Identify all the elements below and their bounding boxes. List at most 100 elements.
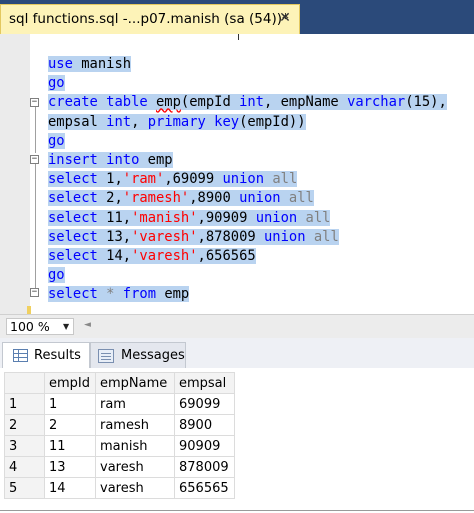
- outline-guide: [35, 107, 36, 153]
- column-header-empsal[interactable]: empsal: [174, 372, 235, 394]
- column-header-empid[interactable]: empId: [44, 372, 96, 394]
- row-number: 3: [4, 435, 45, 457]
- row-number: 4: [4, 456, 45, 478]
- table-row[interactable]: 3 11 manish 90909: [4, 435, 235, 457]
- code-token: select: [48, 228, 98, 245]
- results-grid-icon: [13, 349, 28, 362]
- code-token: from: [122, 286, 157, 303]
- cell-empid[interactable]: 1: [44, 393, 96, 415]
- code-token: create table: [48, 94, 156, 111]
- code-line[interactable]: go: [48, 266, 65, 285]
- cell-empid[interactable]: 11: [44, 435, 96, 457]
- code-line[interactable]: select 13,'varesh',878009 union all: [48, 228, 339, 247]
- code-token: emp: [156, 286, 190, 303]
- cell-empname[interactable]: varesh: [95, 477, 175, 499]
- tab-messages[interactable]: Messages: [90, 342, 186, 368]
- code-token: 1,: [97, 171, 123, 188]
- code-line[interactable]: create table emp(empId int, empName varc…: [48, 93, 447, 112]
- selected-text: go: [48, 267, 65, 284]
- outline-guide: [35, 164, 36, 296]
- cell-empname[interactable]: manish: [95, 435, 175, 457]
- zoom-dropdown[interactable]: 100 % ▼: [6, 318, 74, 335]
- code-line[interactable]: select 14,'varesh',656565: [48, 247, 256, 266]
- editor-status-strip: 100 % ▼ ◄: [0, 314, 474, 338]
- code-token: 2,: [97, 190, 123, 207]
- selected-text: use manish: [48, 56, 132, 72]
- cell-empid[interactable]: 13: [44, 456, 96, 478]
- selected-text: go: [48, 132, 65, 149]
- row-number: 1: [4, 393, 45, 415]
- code-token: insert into: [48, 152, 140, 168]
- row-number: 5: [4, 477, 45, 499]
- table-row[interactable]: 2 2 ramesh 8900: [4, 414, 235, 436]
- cell-empname[interactable]: varesh: [95, 456, 175, 478]
- messages-icon: [98, 349, 114, 363]
- results-tabs: Results Messages: [0, 338, 474, 368]
- column-header-empname[interactable]: empName: [95, 372, 175, 394]
- code-token: select: [48, 248, 98, 264]
- tab-results[interactable]: Results: [2, 342, 90, 368]
- table-row[interactable]: 5 14 varesh 656565: [4, 477, 235, 499]
- cell-empsal[interactable]: 90909: [174, 435, 235, 457]
- code-token: select: [48, 190, 98, 207]
- code-line[interactable]: select 2,'ramesh',8900 union all: [48, 189, 314, 208]
- code-token: ,90909: [197, 209, 256, 226]
- query-editor[interactable]: − − − use manish go create table emp(empId…: [0, 34, 474, 314]
- close-tab-icon[interactable]: ✕: [276, 9, 294, 27]
- cell-empid[interactable]: 14: [44, 477, 96, 499]
- cell-empname[interactable]: ramesh: [95, 414, 175, 436]
- code-token: manish: [72, 56, 132, 72]
- row-number: 2: [4, 414, 45, 436]
- scroll-left-icon[interactable]: ◄: [84, 320, 91, 330]
- collapse-insert-icon[interactable]: −: [30, 155, 39, 164]
- tab-messages-label: Messages: [121, 348, 185, 363]
- cell-empid[interactable]: 2: [44, 414, 96, 436]
- code-line[interactable]: insert into emp: [48, 151, 173, 170]
- code-token: union: [263, 228, 306, 245]
- code-token: go: [48, 75, 65, 92]
- code-token: 'varesh': [131, 248, 198, 264]
- table-row[interactable]: 4 13 varesh 878009: [4, 456, 235, 478]
- editor-gutter: [0, 34, 30, 314]
- cell-empsal[interactable]: 69099: [174, 393, 235, 415]
- code-line[interactable]: empsal int, primary key(empId)): [48, 113, 306, 132]
- table-row[interactable]: 1 1 ram 69099: [4, 393, 235, 415]
- code-line[interactable]: go: [48, 132, 65, 151]
- code-token: all: [305, 209, 331, 226]
- code-token: union: [222, 171, 265, 188]
- code-line[interactable]: select 11,'manish',90909 union all: [48, 209, 331, 228]
- selected-text: select 11,'manish',90909 union all: [48, 209, 331, 226]
- document-tab[interactable]: sql functions.sql -...p07.manish (sa (54…: [0, 4, 300, 34]
- code-token: ,878009: [197, 228, 264, 245]
- code-line[interactable]: use manish: [48, 55, 132, 74]
- cell-empsal[interactable]: 8900: [174, 414, 235, 436]
- modified-line-marker: [27, 306, 31, 314]
- collapse-select-icon[interactable]: −: [30, 288, 39, 297]
- selected-text: select * from emp: [48, 286, 190, 303]
- code-token: ,656565: [197, 248, 256, 264]
- selected-text: select 13,'varesh',878009 union all: [48, 228, 339, 245]
- code-token: 'varesh': [131, 228, 198, 245]
- code-token: empsal: [48, 113, 107, 130]
- code-token: all: [313, 228, 339, 245]
- code-line[interactable]: select * from emp: [48, 285, 190, 304]
- code-token: (15),: [405, 94, 447, 111]
- cell-empsal[interactable]: 656565: [174, 477, 235, 499]
- cell-empsal[interactable]: 878009: [174, 456, 235, 478]
- code-token: emp: [139, 152, 173, 168]
- code-token: 11,: [97, 209, 132, 226]
- code-token: ,8900: [189, 190, 240, 207]
- code-line[interactable]: select 1,'ram',69099 union all: [48, 170, 298, 189]
- code-line[interactable]: go: [48, 74, 65, 93]
- document-tab-strip: sql functions.sql -...p07.manish (sa (54…: [0, 0, 474, 34]
- code-token: int: [239, 94, 264, 111]
- text-caret: [238, 34, 239, 40]
- cell-empname[interactable]: ram: [95, 393, 175, 415]
- selected-text: select 2,'ramesh',8900 union all: [48, 190, 314, 207]
- collapse-create-icon[interactable]: −: [30, 98, 39, 107]
- code-token: (empId: [180, 94, 240, 111]
- selected-text: select 1,'ram',69099 union all: [48, 171, 298, 188]
- chevron-down-icon: ▼: [63, 322, 70, 331]
